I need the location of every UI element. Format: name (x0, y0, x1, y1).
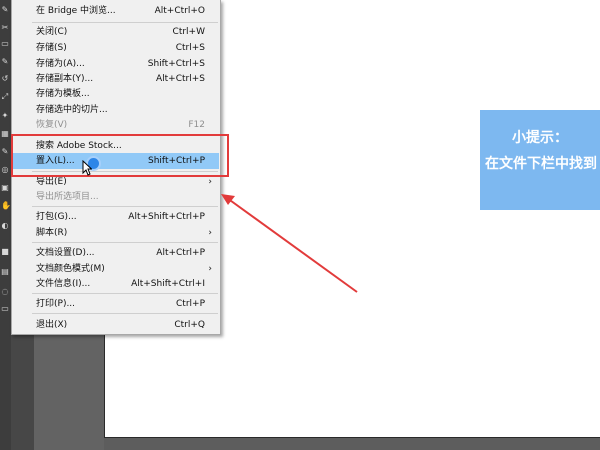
annotation-arrow (221, 194, 358, 293)
annotation-arrow-line (226, 197, 358, 293)
